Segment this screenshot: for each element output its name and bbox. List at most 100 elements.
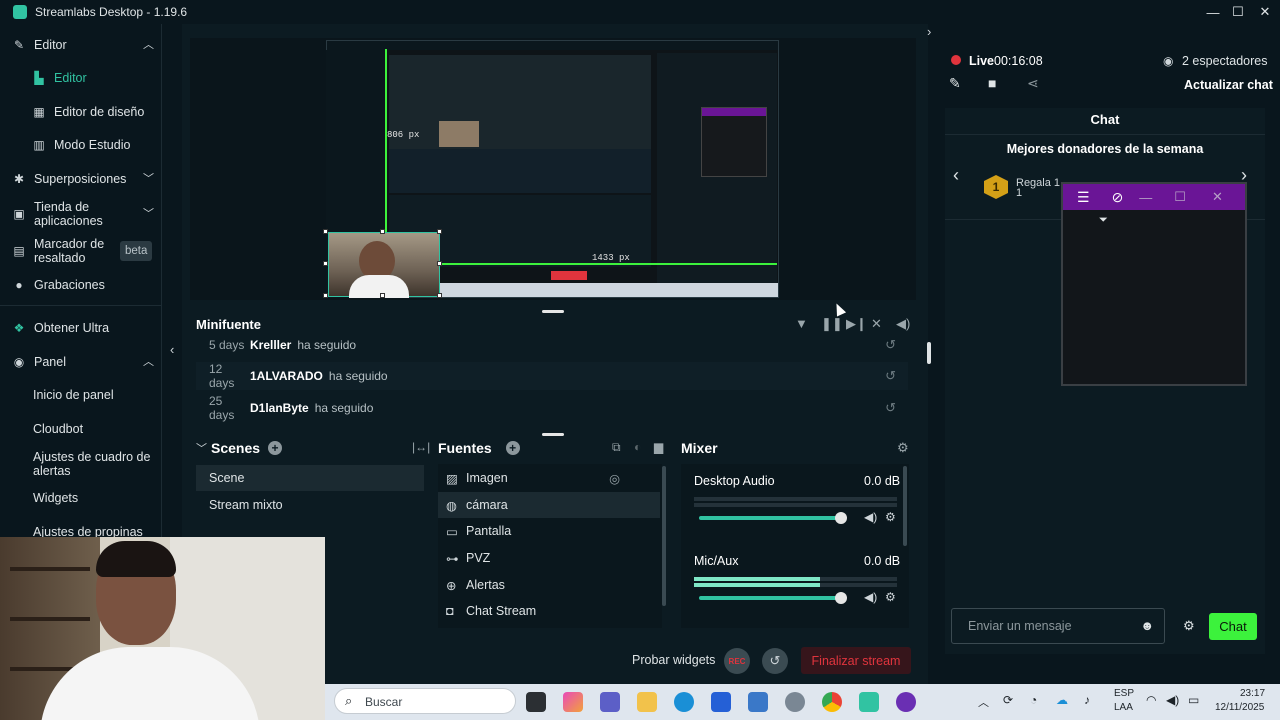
add-source-button[interactable]: + <box>505 441 520 455</box>
sidebar-section-editor[interactable]: ✎ Editor ︿ <box>0 38 162 52</box>
sources-scrollbar[interactable] <box>662 466 666 606</box>
volume-icon[interactable]: ◀) <box>1166 693 1179 707</box>
replay-icon[interactable]: ↺ <box>885 400 896 416</box>
language-indicator[interactable]: ESP <box>1114 688 1134 699</box>
resize-handle[interactable] <box>437 229 442 234</box>
volume-slider-track[interactable] <box>699 596 841 600</box>
volume-slider-knob[interactable] <box>835 592 847 604</box>
scene-transition-icon[interactable]: |↔| <box>412 440 430 454</box>
clock-time[interactable]: 23:17 <box>1240 688 1265 699</box>
volume-icon[interactable]: ◀) <box>896 316 910 332</box>
block-icon[interactable]: ⊘ <box>1112 189 1124 206</box>
sidebar-section-panel[interactable]: ◉ Panel ︿ <box>0 355 162 369</box>
sync-icon[interactable]: ⟳ <box>1003 693 1013 707</box>
minimize-icon[interactable]: — <box>1139 190 1152 205</box>
scrollbar-thumb[interactable] <box>927 342 931 364</box>
copilot-icon[interactable] <box>563 692 583 712</box>
chevron-down-icon[interactable]: ﹀ <box>196 440 207 456</box>
speaker-icon[interactable]: ◀) <box>864 510 877 524</box>
resize-grip[interactable] <box>542 310 564 313</box>
refresh-chat-button[interactable]: Actualizar chat <box>1184 78 1273 92</box>
sidebar-item-editor[interactable]: ▙ Editor <box>0 71 162 85</box>
expand-chat-icon[interactable]: › <box>927 24 931 39</box>
battery-icon[interactable]: ▭ <box>1188 693 1199 707</box>
sidebar-item-overlays[interactable]: ✱ Superposiciones ﹀ <box>0 172 162 186</box>
pause-icon[interactable]: ❚❚ <box>821 316 843 332</box>
webcam-source-selected[interactable] <box>328 232 440 298</box>
settings-icon[interactable] <box>785 692 805 712</box>
chat-message-input[interactable]: Enviar un mensaje ☻ <box>951 608 1165 644</box>
sidebar-item-studio-mode[interactable]: ▥ Modo Estudio <box>0 138 162 152</box>
gear-icon[interactable]: ⚙ <box>885 510 896 524</box>
clock-date[interactable]: 12/11/2025 <box>1215 702 1264 713</box>
teams-icon[interactable] <box>600 692 620 712</box>
test-widgets-button[interactable]: Probar widgets <box>632 653 715 667</box>
resize-handle[interactable] <box>437 261 442 266</box>
source-item[interactable]: ⊕ Alertas <box>438 572 660 598</box>
maximize-button[interactable]: ☐ <box>1223 0 1253 24</box>
maximize-icon[interactable]: ☐ <box>1174 189 1186 205</box>
replay-buffer-icon[interactable]: ↺ <box>762 648 788 674</box>
edge-icon[interactable] <box>674 692 694 712</box>
hidden-eye-icon[interactable]: ◎ <box>609 471 620 486</box>
filter-icon[interactable]: ⏷ <box>1099 214 1245 227</box>
source-item[interactable]: ◘ Chat Stream <box>438 598 660 624</box>
menu-icon[interactable]: ☰ <box>1077 189 1090 206</box>
source-display-icon[interactable]: ⧉ <box>612 440 621 455</box>
selective-recording-icon[interactable]: ◐ <box>634 440 641 454</box>
resize-handle[interactable] <box>437 293 442 298</box>
outlook-icon[interactable] <box>748 692 768 712</box>
add-scene-button[interactable]: + <box>268 441 283 455</box>
tray-chevron-icon[interactable]: ︿ <box>978 694 989 710</box>
sidebar-item-highlighter[interactable]: ▤ Marcador de resaltado beta <box>0 237 162 265</box>
resize-handle[interactable] <box>380 229 385 234</box>
chat-settings-icon[interactable]: ⚙ <box>1183 618 1195 634</box>
folder-icon[interactable]: ▆ <box>654 440 663 454</box>
replay-icon[interactable]: ↺ <box>885 337 896 353</box>
filter-icon[interactable]: ▼ <box>795 316 808 331</box>
source-item[interactable]: ▨ Imagen ◎ <box>438 465 660 491</box>
volume-slider-knob[interactable] <box>835 512 847 524</box>
gear-icon[interactable]: ⚙ <box>885 590 896 604</box>
taskbar-search[interactable]: ⌕ Buscar <box>334 688 516 714</box>
close-icon[interactable]: ✕ <box>1212 189 1223 205</box>
microphone-icon[interactable]: ♪ <box>1084 693 1090 707</box>
sidebar-item-app-store[interactable]: ▣ Tienda de aplicaciones ﹀ <box>0 200 162 228</box>
collapse-sidebar-icon[interactable]: ‹ <box>170 342 174 357</box>
speaker-icon[interactable]: ◀) <box>864 590 877 604</box>
mixer-scrollbar[interactable] <box>903 466 907 546</box>
resize-grip[interactable] <box>542 433 564 436</box>
replay-icon[interactable]: ↺ <box>885 368 896 384</box>
tray-app-icon[interactable]: ◔ <box>1030 693 1037 707</box>
camera-icon[interactable]: ■ <box>988 75 996 91</box>
volume-slider-track[interactable] <box>699 516 841 520</box>
close-button[interactable]: ✕ <box>1250 0 1280 24</box>
edit-icon[interactable]: ✎ <box>949 75 961 92</box>
onedrive-icon[interactable]: ☁ <box>1056 693 1068 707</box>
resize-handle[interactable] <box>323 261 328 266</box>
sidebar-item-widgets[interactable]: Widgets <box>0 491 162 505</box>
store-icon[interactable] <box>711 692 731 712</box>
source-item[interactable]: ◍ cámara <box>438 492 660 518</box>
resize-handle[interactable] <box>323 293 328 298</box>
chrome-icon[interactable] <box>822 692 842 712</box>
chevron-left-icon[interactable]: ‹ <box>953 165 959 186</box>
app-icon[interactable] <box>896 692 916 712</box>
sidebar-item-panel-home[interactable]: Inicio de panel <box>0 388 162 402</box>
sidebar-item-get-ultra[interactable]: ❖ Obtener Ultra <box>0 321 162 335</box>
emoji-icon[interactable]: ☻ <box>1140 618 1154 633</box>
scene-item[interactable]: Stream mixto <box>196 492 424 518</box>
language-layout[interactable]: LAA <box>1114 702 1133 713</box>
streamlabs-icon[interactable] <box>859 692 879 712</box>
share-icon[interactable]: ⋖ <box>1027 75 1039 92</box>
rec-button[interactable]: REC <box>724 648 750 674</box>
sidebar-item-layout-editor[interactable]: ▦ Editor de diseño <box>0 105 162 119</box>
mute-alerts-icon[interactable]: ✕ <box>871 316 882 332</box>
sidebar-item-recordings[interactable]: ● Grabaciones <box>0 278 162 292</box>
resize-handle[interactable] <box>380 293 385 298</box>
chat-send-button[interactable]: Chat <box>1209 613 1257 640</box>
end-stream-button[interactable]: Finalizar stream <box>801 647 911 674</box>
scene-item[interactable]: Scene <box>196 465 424 491</box>
sidebar-item-alert-box[interactable]: Ajustes de cuadro de alertas <box>0 450 162 478</box>
file-explorer-icon[interactable] <box>637 692 657 712</box>
